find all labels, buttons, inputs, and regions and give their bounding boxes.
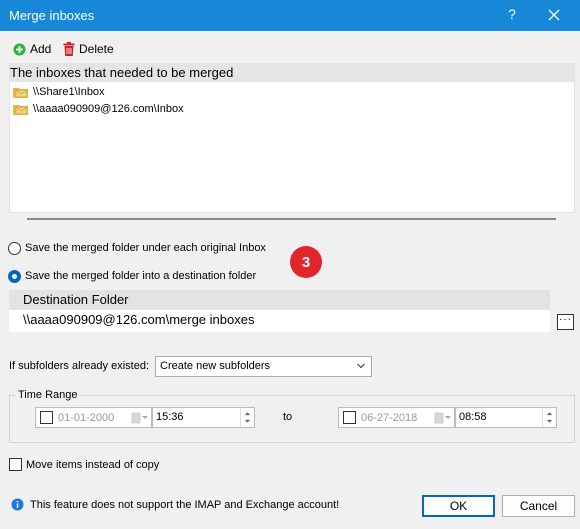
list-item[interactable]: \\Share1\Inbox <box>13 84 105 100</box>
title-bar: Merge inboxes ? <box>0 0 580 31</box>
add-button[interactable]: Add <box>13 41 51 57</box>
destination-folder-field[interactable]: \\aaaa090909@126.com\merge inboxes <box>9 310 550 332</box>
spinner-icon[interactable] <box>542 408 556 427</box>
info-icon <box>11 498 24 511</box>
inbox-path: \\Share1\Inbox <box>33 86 105 98</box>
close-icon[interactable] <box>547 8 561 22</box>
to-date-picker[interactable]: 06-27-2018 <box>338 407 455 428</box>
subfolders-select[interactable]: Create new subfolders <box>155 356 372 377</box>
splitter[interactable] <box>27 218 556 220</box>
from-date-picker[interactable]: 01-01-2000 <box>35 407 152 428</box>
inbox-list[interactable]: The inboxes that needed to be merged \\S… <box>9 63 575 213</box>
from-date-checkbox[interactable] <box>40 411 53 424</box>
time-range-legend: Time Range <box>16 389 80 401</box>
delete-button[interactable]: Delete <box>63 41 114 57</box>
help-button[interactable]: ? <box>505 6 519 22</box>
to-label: to <box>283 411 293 423</box>
radio-unchecked-icon <box>8 241 21 255</box>
window-title: Merge inboxes <box>9 8 95 23</box>
chevron-down-icon <box>357 363 365 369</box>
save-under-original-label: Save the merged folder under each origin… <box>25 242 266 254</box>
to-time-value: 08:58 <box>459 411 487 423</box>
to-date-checkbox[interactable] <box>343 411 356 424</box>
ok-button[interactable]: OK <box>422 495 495 517</box>
radio-checked-icon <box>8 269 21 283</box>
inbox-list-header: The inboxes that needed to be merged <box>10 64 574 82</box>
subfolders-selected: Create new subfolders <box>160 360 271 372</box>
save-under-original-radio[interactable]: Save the merged folder under each origin… <box>8 240 266 256</box>
cancel-button[interactable]: Cancel <box>502 495 575 517</box>
save-into-destination-radio[interactable]: Save the merged folder into a destinatio… <box>8 268 256 284</box>
from-time-field[interactable]: 15:36 <box>152 407 255 428</box>
info-message: This feature does not support the IMAP a… <box>11 498 339 511</box>
step-badge: 3 <box>290 246 322 278</box>
inbox-folder-icon <box>13 88 28 98</box>
trash-icon <box>63 42 75 56</box>
move-items-label: Move items instead of copy <box>26 458 160 471</box>
subfolders-label: If subfolders already existed: <box>9 360 150 372</box>
save-into-destination-label: Save the merged folder into a destinatio… <box>25 270 257 282</box>
checkbox-unchecked-icon <box>9 458 22 471</box>
from-date-value: 01-01-2000 <box>58 411 115 424</box>
add-label: Add <box>30 42 52 56</box>
calendar-icon <box>434 412 451 423</box>
to-date-value: 06-27-2018 <box>361 411 418 424</box>
delete-label: Delete <box>79 42 114 56</box>
to-time-field[interactable]: 08:58 <box>455 407 557 428</box>
destination-folder-header: Destination Folder <box>9 290 550 310</box>
calendar-icon <box>131 412 148 423</box>
spinner-icon[interactable] <box>240 408 254 427</box>
move-items-checkbox[interactable]: Move items instead of copy <box>9 458 159 471</box>
add-icon <box>13 43 26 55</box>
list-item[interactable]: \\aaaa090909@126.com\Inbox <box>13 101 184 117</box>
from-time-value: 15:36 <box>156 411 184 423</box>
browse-button[interactable]: ··· <box>557 314 574 330</box>
info-text: This feature does not support the IMAP a… <box>30 498 340 511</box>
inbox-path: \\aaaa090909@126.com\Inbox <box>33 103 184 115</box>
inbox-folder-icon <box>13 105 28 115</box>
